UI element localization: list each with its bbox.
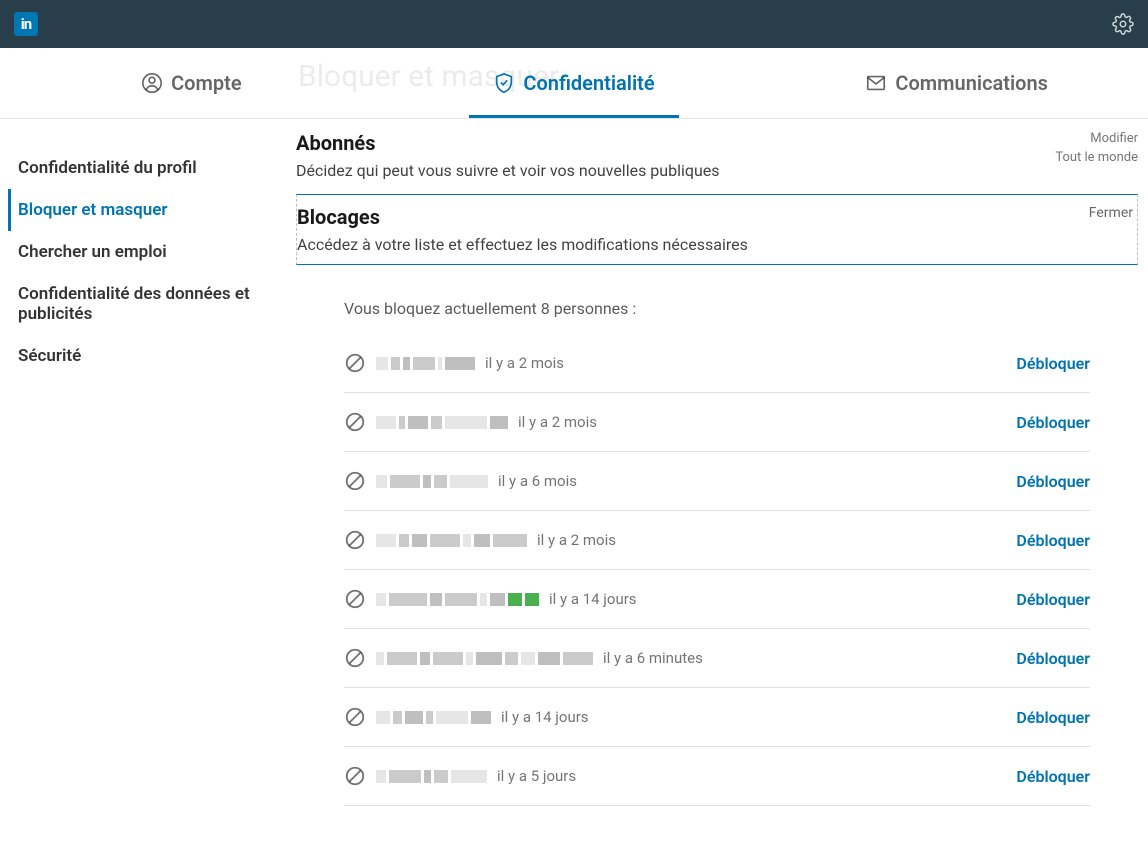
followers-modify-link[interactable]: Modifier bbox=[1055, 131, 1138, 146]
tab-communications[interactable]: Communications bbox=[765, 48, 1148, 118]
sidebar-item-security[interactable]: Sécurité bbox=[18, 335, 278, 377]
blocking-section: Blocages Accédez à votre liste et effect… bbox=[296, 194, 1138, 265]
unblock-button[interactable]: Débloquer bbox=[1016, 767, 1090, 786]
blocked-time: il y a 2 mois bbox=[518, 413, 597, 431]
block-list: Vous bloquez actuellement 8 personnes : … bbox=[296, 299, 1138, 806]
person-icon bbox=[141, 72, 163, 94]
blocked-name-redacted bbox=[376, 416, 508, 429]
blocking-title: Blocages bbox=[297, 205, 748, 229]
blocked-row: il y a 2 mois Débloquer bbox=[344, 334, 1090, 393]
tab-communications-label: Communications bbox=[895, 71, 1048, 95]
tab-account-label: Compte bbox=[171, 71, 242, 95]
settings-icon[interactable] bbox=[1112, 13, 1134, 35]
tabbar: Compte Confidentialité Communications bbox=[0, 48, 1148, 119]
blocked-name-redacted bbox=[376, 593, 539, 606]
followers-value: Tout le monde bbox=[1055, 150, 1138, 165]
blocked-name-redacted bbox=[376, 357, 475, 370]
block-icon bbox=[344, 588, 366, 610]
blocked-time: il y a 14 jours bbox=[501, 708, 589, 726]
sidebar-item-profile-privacy[interactable]: Confidentialité du profil bbox=[18, 147, 278, 189]
main: Abonnés Décidez qui peut vous suivre et … bbox=[296, 129, 1148, 806]
sidebar-item-block-hide[interactable]: Bloquer et masquer bbox=[8, 189, 278, 231]
block-icon bbox=[344, 470, 366, 492]
unblock-button[interactable]: Débloquer bbox=[1016, 531, 1090, 550]
blocked-row: il y a 6 minutes Débloquer bbox=[344, 629, 1090, 688]
sidebar-item-data-ads[interactable]: Confidentialité des données et publicité… bbox=[18, 273, 278, 335]
blocked-name-redacted bbox=[376, 475, 488, 488]
blocked-name-redacted bbox=[376, 770, 487, 783]
blocked-name-redacted bbox=[376, 711, 491, 724]
blocked-time: il y a 5 jours bbox=[497, 767, 576, 785]
blocked-time: il y a 6 minutes bbox=[603, 649, 703, 667]
block-icon bbox=[344, 529, 366, 551]
followers-desc: Décidez qui peut vous suivre et voir vos… bbox=[296, 161, 720, 180]
tab-account[interactable]: Compte bbox=[0, 48, 383, 118]
unblock-button[interactable]: Débloquer bbox=[1016, 590, 1090, 609]
shield-icon bbox=[493, 72, 515, 94]
blocking-desc: Accédez à votre liste et effectuez les m… bbox=[297, 235, 748, 254]
blocked-time: il y a 14 jours bbox=[549, 590, 637, 608]
blocked-row: il y a 6 mois Débloquer bbox=[344, 452, 1090, 511]
unblock-button[interactable]: Débloquer bbox=[1016, 472, 1090, 491]
blocked-name-redacted bbox=[376, 652, 593, 665]
tab-privacy[interactable]: Confidentialité bbox=[383, 48, 766, 118]
blocked-row: il y a 14 jours Débloquer bbox=[344, 688, 1090, 747]
tab-privacy-label: Confidentialité bbox=[523, 71, 654, 95]
unblock-button[interactable]: Débloquer bbox=[1016, 413, 1090, 432]
unblock-button[interactable]: Débloquer bbox=[1016, 649, 1090, 668]
app-header: in bbox=[0, 0, 1148, 48]
linkedin-logo[interactable]: in bbox=[14, 12, 38, 36]
content: Confidentialité du profil Bloquer et mas… bbox=[0, 119, 1148, 806]
sidebar: Confidentialité du profil Bloquer et mas… bbox=[0, 129, 296, 395]
unblock-button[interactable]: Débloquer bbox=[1016, 354, 1090, 373]
blocked-row: il y a 14 jours Débloquer bbox=[344, 570, 1090, 629]
block-icon bbox=[344, 352, 366, 374]
block-icon bbox=[344, 411, 366, 433]
followers-title: Abonnés bbox=[296, 131, 720, 155]
followers-section[interactable]: Abonnés Décidez qui peut vous suivre et … bbox=[296, 129, 1138, 194]
blocked-row: il y a 5 jours Débloquer bbox=[344, 747, 1090, 806]
blocked-name-redacted bbox=[376, 534, 527, 547]
block-icon bbox=[344, 647, 366, 669]
block-list-intro: Vous bloquez actuellement 8 personnes : bbox=[344, 299, 1090, 318]
sidebar-item-job-search[interactable]: Chercher un emploi bbox=[18, 231, 278, 273]
blocked-row: il y a 2 mois Débloquer bbox=[344, 393, 1090, 452]
blocked-row: il y a 2 mois Débloquer bbox=[344, 511, 1090, 570]
blocked-time: il y a 2 mois bbox=[485, 354, 564, 372]
blocked-time: il y a 2 mois bbox=[537, 531, 616, 549]
blocking-close-link[interactable]: Fermer bbox=[1089, 205, 1133, 221]
block-icon bbox=[344, 706, 366, 728]
blocked-time: il y a 6 mois bbox=[498, 472, 577, 490]
unblock-button[interactable]: Débloquer bbox=[1016, 708, 1090, 727]
block-icon bbox=[344, 765, 366, 787]
mail-icon bbox=[865, 72, 887, 94]
